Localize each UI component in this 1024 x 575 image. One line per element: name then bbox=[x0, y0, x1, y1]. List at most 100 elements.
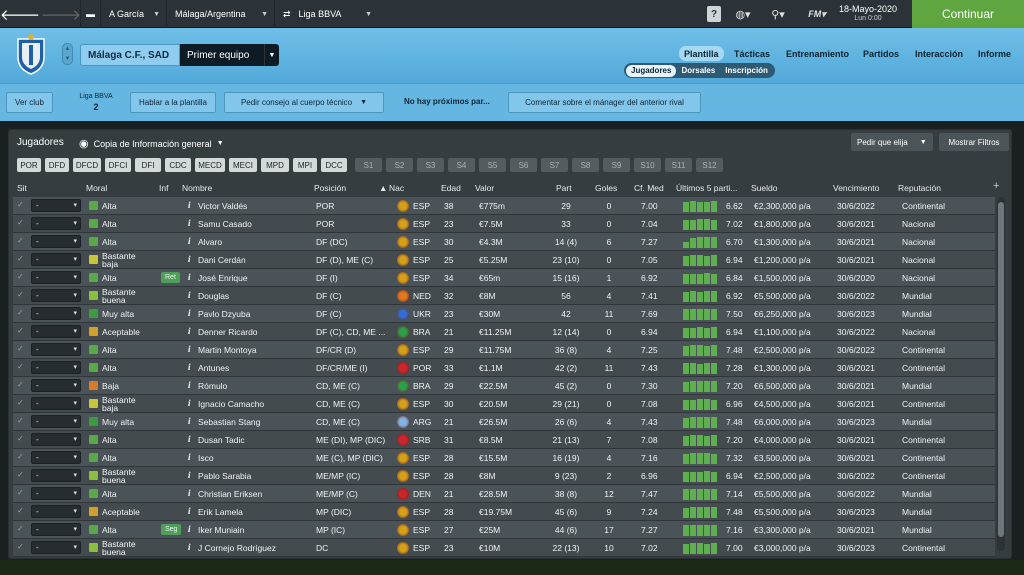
checkmark-icon[interactable]: ✓ bbox=[17, 308, 24, 317]
table-row[interactable]: ✓- Alta i Dusan Tadic ME (DI), MP (DIC) SRB 31… bbox=[13, 431, 995, 449]
sit-select[interactable]: - bbox=[31, 469, 81, 482]
player-name[interactable]: J Cornejo Rodríguez bbox=[198, 543, 276, 553]
info-icon[interactable]: i bbox=[188, 326, 191, 336]
filter-s5[interactable]: S5 bbox=[479, 158, 506, 172]
forward-arrow-icon[interactable]: 🡒 bbox=[41, 0, 81, 28]
filter-mpi[interactable]: MPI bbox=[293, 158, 317, 172]
table-row[interactable]: ✓- Muy alta i Pavlo Dzyuba DF (C) UKR 23 €30M 42… bbox=[13, 305, 995, 323]
checkmark-icon[interactable]: ✓ bbox=[17, 218, 24, 227]
player-name[interactable]: Christian Eriksen bbox=[198, 489, 262, 499]
filter-s2[interactable]: S2 bbox=[386, 158, 413, 172]
car-icon[interactable]: ▬ bbox=[80, 0, 100, 28]
menu-partidos[interactable]: Partidos bbox=[858, 46, 904, 61]
player-name[interactable]: Pablo Sarabia bbox=[198, 471, 251, 481]
submenu-dorsales[interactable]: Dorsales bbox=[676, 65, 720, 77]
sit-select[interactable]: - bbox=[31, 415, 81, 428]
col-inf[interactable]: Inf bbox=[159, 183, 168, 193]
table-row[interactable]: ✓- Bastante buena i J Cornejo Rodríguez DC ES… bbox=[13, 539, 995, 557]
filter-dfi[interactable]: DFI bbox=[135, 158, 161, 172]
player-name[interactable]: Victor Valdés bbox=[198, 201, 247, 211]
pedir-elija-button[interactable]: Pedir que elija ▼ bbox=[851, 133, 933, 151]
info-icon[interactable]: i bbox=[188, 542, 191, 552]
chevron-down-icon[interactable]: ▼ bbox=[264, 44, 279, 66]
mostrar-filtros-button[interactable]: Mostrar Filtros bbox=[939, 133, 1009, 151]
breadcrumb-league[interactable]: ⇄ Liga BBVA ▼ bbox=[274, 0, 378, 28]
filter-s4[interactable]: S4 bbox=[448, 158, 475, 172]
team-selector[interactable]: Primer equipo bbox=[180, 44, 264, 66]
checkmark-icon[interactable]: ✓ bbox=[17, 542, 24, 551]
checkmark-icon[interactable]: ✓ bbox=[17, 236, 24, 245]
search-icon[interactable]: ⚲▾ bbox=[765, 6, 791, 22]
sit-select[interactable]: - bbox=[31, 361, 81, 374]
sit-select[interactable]: - bbox=[31, 289, 81, 302]
checkmark-icon[interactable]: ✓ bbox=[17, 434, 24, 443]
col-sueldo[interactable]: Sueldo bbox=[751, 183, 777, 193]
comentar-button[interactable]: Comentar sobre el mánager del anterior r… bbox=[508, 92, 701, 113]
hablar-plantilla-button[interactable]: Hablar a la plantilla bbox=[130, 92, 216, 113]
info-icon[interactable]: i bbox=[188, 524, 191, 534]
checkmark-icon[interactable]: ✓ bbox=[17, 344, 24, 353]
col-posicion[interactable]: Posición bbox=[314, 183, 346, 193]
menu-tacticas[interactable]: Tácticas bbox=[729, 46, 775, 61]
info-icon[interactable]: i bbox=[188, 362, 191, 372]
filter-s1[interactable]: S1 bbox=[355, 158, 382, 172]
info-icon[interactable]: i bbox=[188, 344, 191, 354]
col-edad[interactable]: Edad bbox=[441, 183, 461, 193]
table-row[interactable]: ✓- Muy alta i Sebastian Stang CD, ME (C) ARG 2… bbox=[13, 413, 995, 431]
sit-select[interactable]: - bbox=[31, 217, 81, 230]
player-name[interactable]: Dusan Tadic bbox=[198, 435, 245, 445]
filter-dfd[interactable]: DFD bbox=[45, 158, 69, 172]
filter-meci[interactable]: MECI bbox=[229, 158, 257, 172]
player-name[interactable]: Iker Muniain bbox=[198, 525, 244, 535]
player-name[interactable]: Isco bbox=[198, 453, 214, 463]
col-valor[interactable]: Valor bbox=[475, 183, 494, 193]
info-icon[interactable]: i bbox=[188, 272, 191, 282]
table-row[interactable]: ✓- Alta i Christian Eriksen ME/MP (C) DEN 21 €2… bbox=[13, 485, 995, 503]
table-row[interactable]: ✓- Alta i Victor Valdés POR ESP 38 €775m 29 0 7.00… bbox=[13, 197, 995, 215]
info-icon[interactable]: i bbox=[188, 416, 191, 426]
table-row[interactable]: ✓- Alta i Martin Montoya DF/CR (D) ESP 29 €11.7… bbox=[13, 341, 995, 359]
checkmark-icon[interactable]: ✓ bbox=[17, 416, 24, 425]
checkmark-icon[interactable]: ✓ bbox=[17, 380, 24, 389]
player-name[interactable]: Samu Casado bbox=[198, 219, 252, 229]
sit-select[interactable]: - bbox=[31, 271, 81, 284]
checkmark-icon[interactable]: ✓ bbox=[17, 488, 24, 497]
globe-icon[interactable]: ◍▾ bbox=[730, 6, 756, 22]
player-name[interactable]: Dani Cerdán bbox=[198, 255, 246, 265]
sit-select[interactable]: - bbox=[31, 307, 81, 320]
sit-select[interactable]: - bbox=[31, 325, 81, 338]
info-icon[interactable]: i bbox=[188, 236, 191, 246]
help-icon[interactable]: ? bbox=[707, 6, 721, 22]
breadcrumb-manager[interactable]: A García ▼ bbox=[100, 0, 166, 28]
info-icon[interactable]: i bbox=[188, 470, 191, 480]
checkmark-icon[interactable]: ✓ bbox=[17, 452, 24, 461]
player-name[interactable]: José Enrique bbox=[198, 273, 248, 283]
menu-plantilla[interactable]: Plantilla bbox=[679, 46, 724, 61]
player-name[interactable]: Rómulo bbox=[198, 381, 227, 391]
table-row[interactable]: ✓- Bastante buena i Pablo Sarabia ME/MP (IC)… bbox=[13, 467, 995, 485]
filter-s9[interactable]: S9 bbox=[603, 158, 630, 172]
col-sit[interactable]: Sit bbox=[17, 183, 27, 193]
col-vencimiento[interactable]: Vencimiento bbox=[833, 183, 879, 193]
checkmark-icon[interactable]: ✓ bbox=[17, 506, 24, 515]
col-goles[interactable]: Goles bbox=[595, 183, 617, 193]
info-icon[interactable]: i bbox=[188, 254, 191, 264]
info-icon[interactable]: i bbox=[188, 452, 191, 462]
filter-s6[interactable]: S6 bbox=[510, 158, 537, 172]
filter-s10[interactable]: S10 bbox=[634, 158, 661, 172]
view-selector[interactable]: ◉ Copia de Información general ▼ bbox=[79, 137, 224, 150]
filter-s7[interactable]: S7 bbox=[541, 158, 568, 172]
sit-select[interactable]: - bbox=[31, 379, 81, 392]
filter-mpd[interactable]: MPD bbox=[261, 158, 289, 172]
player-name[interactable]: Antunes bbox=[198, 363, 229, 373]
filter-s12[interactable]: S12 bbox=[696, 158, 723, 172]
continue-button[interactable]: Continuar bbox=[912, 0, 1024, 28]
col-nombre[interactable]: Nombre bbox=[182, 183, 212, 193]
filter-s11[interactable]: S11 bbox=[665, 158, 692, 172]
add-column-icon[interactable]: + bbox=[993, 180, 999, 192]
player-name[interactable]: Pavlo Dzyuba bbox=[198, 309, 250, 319]
scrollbar-thumb[interactable] bbox=[998, 202, 1004, 537]
checkmark-icon[interactable]: ✓ bbox=[17, 200, 24, 209]
col-nac[interactable]: Nac bbox=[389, 183, 404, 193]
scrollbar[interactable] bbox=[997, 197, 1005, 551]
